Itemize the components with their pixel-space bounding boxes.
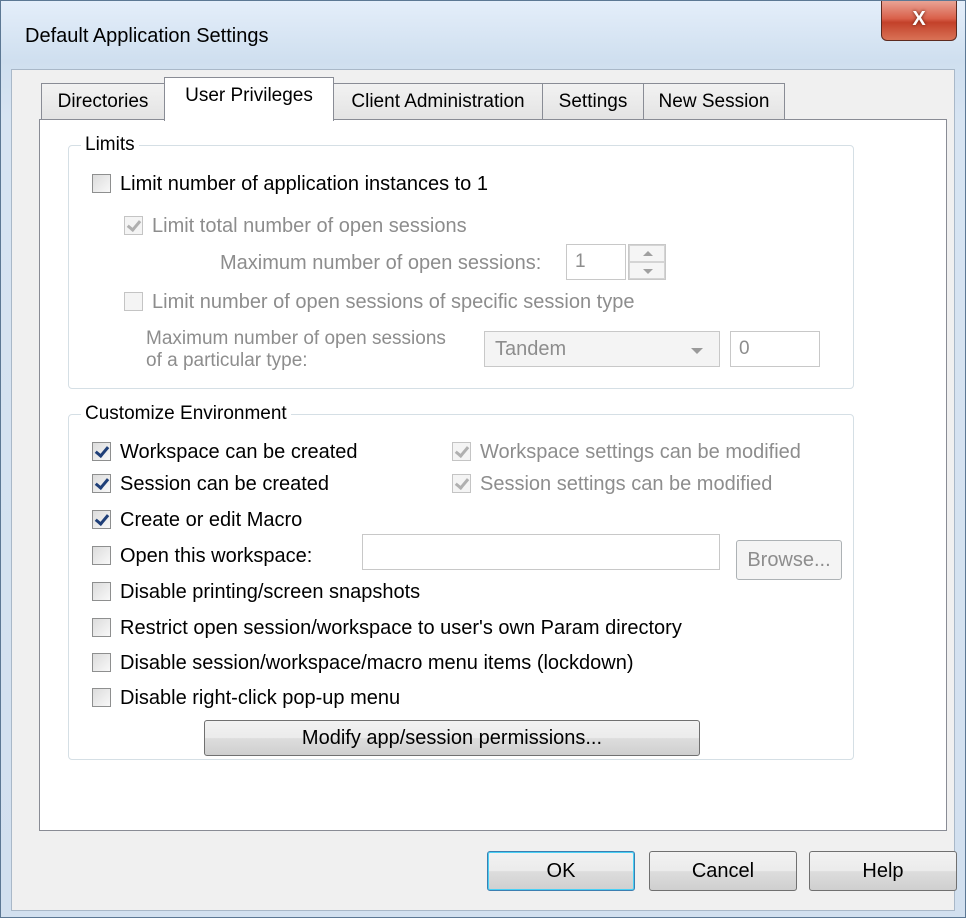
customize-group-title: Customize Environment <box>81 402 291 426</box>
restrict-param-option[interactable]: Restrict open session/workspace to user'… <box>92 616 682 640</box>
restrict-param-label: Restrict open session/workspace to user'… <box>120 617 682 639</box>
workspace-modified-option[interactable]: Workspace settings can be modified <box>452 440 801 464</box>
window-title: Default Application Settings <box>25 25 269 47</box>
disable-rightclick-option[interactable]: Disable right-click pop-up menu <box>92 686 400 710</box>
disable-printing-checkbox[interactable] <box>92 582 111 601</box>
disable-menu-option[interactable]: Disable session/workspace/macro menu ite… <box>92 651 634 675</box>
tab-page-user-privileges: Limits Limit number of application insta… <box>39 119 947 831</box>
session-type-select[interactable]: Tandem <box>484 331 720 367</box>
ok-button[interactable]: OK <box>487 851 635 891</box>
spinner-down-icon <box>643 269 653 274</box>
session-created-option[interactable]: Session can be created <box>92 472 329 496</box>
limit-specific-type-option[interactable]: Limit number of open sessions of specifi… <box>124 290 634 314</box>
spinner-up-icon <box>643 251 653 256</box>
limit-total-sessions-option[interactable]: Limit total number of open sessions <box>124 214 467 238</box>
browse-button[interactable]: Browse... <box>736 540 842 580</box>
close-button[interactable]: X <box>881 1 957 41</box>
session-modified-label: Session settings can be modified <box>480 473 773 495</box>
session-type-selected: Tandem <box>495 338 567 360</box>
workspace-created-label: Workspace can be created <box>120 441 358 463</box>
max-particular-type-label-line2: of a particular type: <box>146 350 308 371</box>
restrict-param-checkbox[interactable] <box>92 618 111 637</box>
disable-menu-label: Disable session/workspace/macro menu ite… <box>120 652 634 674</box>
limit-instances-label: Limit number of application instances to… <box>120 173 488 195</box>
workspace-modified-label: Workspace settings can be modified <box>480 441 801 463</box>
workspace-created-option[interactable]: Workspace can be created <box>92 440 358 464</box>
max-particular-type-label-line1: Maximum number of open sessions <box>146 328 446 349</box>
open-workspace-path-input[interactable] <box>362 534 720 570</box>
max-open-sessions-spinner[interactable] <box>628 244 666 280</box>
particular-type-count-input[interactable]: 0 <box>730 331 820 367</box>
session-modified-checkbox[interactable] <box>452 474 471 493</box>
chevron-down-icon <box>691 348 703 354</box>
tab-new-session[interactable]: New Session <box>643 83 785 120</box>
limit-specific-type-label: Limit number of open sessions of specifi… <box>152 291 635 313</box>
disable-printing-label: Disable printing/screen snapshots <box>120 581 421 603</box>
macro-option[interactable]: Create or edit Macro <box>92 508 302 532</box>
disable-rightclick-checkbox[interactable] <box>92 688 111 707</box>
macro-label: Create or edit Macro <box>120 509 303 531</box>
session-modified-option[interactable]: Session settings can be modified <box>452 472 772 496</box>
max-particular-type-label: Maximum number of open sessions of a par… <box>146 328 446 372</box>
limit-specific-type-checkbox[interactable] <box>124 292 143 311</box>
disable-menu-checkbox[interactable] <box>92 653 111 672</box>
open-workspace-checkbox[interactable] <box>92 546 111 565</box>
disable-rightclick-label: Disable right-click pop-up menu <box>120 687 401 709</box>
workspace-modified-checkbox[interactable] <box>452 442 471 461</box>
open-workspace-label: Open this workspace: <box>120 545 313 567</box>
tab-client-administration[interactable]: Client Administration <box>333 83 543 120</box>
limit-total-sessions-label: Limit total number of open sessions <box>152 215 467 237</box>
workspace-created-checkbox[interactable] <box>92 442 111 461</box>
session-created-label: Session can be created <box>120 473 330 495</box>
limits-group-title: Limits <box>81 133 139 157</box>
spinner-up[interactable] <box>629 245 665 262</box>
cancel-button[interactable]: Cancel <box>649 851 797 891</box>
macro-checkbox[interactable] <box>92 510 111 529</box>
tab-user-privileges[interactable]: User Privileges <box>164 77 334 121</box>
limit-instances-option[interactable]: Limit number of application instances to… <box>92 172 488 196</box>
max-open-sessions-label: Maximum number of open sessions: <box>220 252 542 274</box>
limit-total-sessions-checkbox[interactable] <box>124 216 143 235</box>
dialog-window: Default Application Settings X Directori… <box>0 0 966 918</box>
help-button[interactable]: Help <box>809 851 957 891</box>
spinner-down[interactable] <box>629 262 665 279</box>
tab-settings[interactable]: Settings <box>542 83 644 120</box>
close-icon: X <box>912 8 926 30</box>
limit-instances-checkbox[interactable] <box>92 174 111 193</box>
modify-permissions-button[interactable]: Modify app/session permissions... <box>204 720 700 756</box>
session-created-checkbox[interactable] <box>92 474 111 493</box>
max-open-sessions-input[interactable]: 1 <box>566 244 626 280</box>
tab-directories[interactable]: Directories <box>41 83 165 120</box>
open-workspace-option[interactable]: Open this workspace: <box>92 544 312 568</box>
disable-printing-option[interactable]: Disable printing/screen snapshots <box>92 580 420 604</box>
